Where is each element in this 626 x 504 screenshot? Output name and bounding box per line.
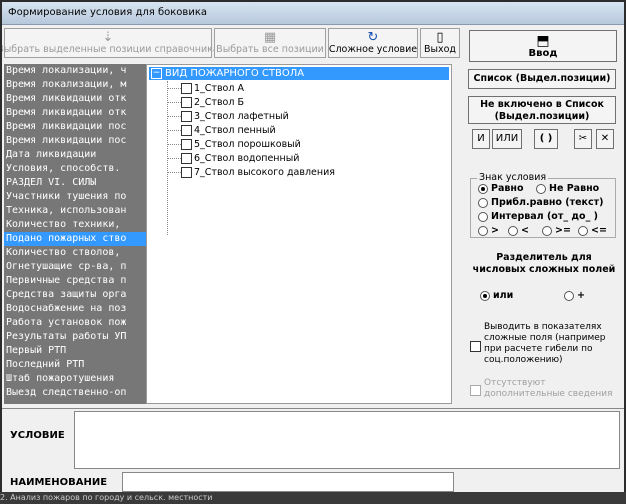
name-input[interactable] xyxy=(122,472,454,492)
field-list-item[interactable]: Время локализации, м xyxy=(4,78,146,92)
and-button[interactable]: И xyxy=(472,129,490,149)
list-button[interactable]: Список (Выдел.позиции) xyxy=(468,69,616,89)
tree-item-checkbox[interactable] xyxy=(181,153,192,164)
name-label: НАИМЕНОВАНИЕ xyxy=(10,477,108,488)
radio-greater[interactable]: > xyxy=(478,225,499,236)
output-complex-label: Выводить в показателях сложные поля (нап… xyxy=(484,322,606,365)
tree-item-label: 4_Ствол пенный xyxy=(194,125,276,136)
radio-separator-plus[interactable]: + xyxy=(564,290,585,301)
field-list-item[interactable]: Последний РТП xyxy=(4,358,146,372)
or-button[interactable]: ИЛИ xyxy=(492,129,522,149)
reference-tree[interactable]: − ВИД ПОЖАРНОГО СТВОЛА 1_Ствол А 2_Ствол … xyxy=(146,64,452,404)
field-list-item[interactable]: Огнетушащие ср-ва, п xyxy=(4,260,146,274)
field-list-item[interactable]: Первичные средства п xyxy=(4,274,146,288)
select-all-button[interactable]: ▦ Выбрать все позиции xyxy=(214,28,326,58)
field-list-item[interactable]: Условия, способств. xyxy=(4,162,146,176)
output-complex-checkbox[interactable] xyxy=(470,341,481,352)
field-list-item[interactable]: Время ликвидации отк xyxy=(4,106,146,120)
select-arrow-icon: ⇣ xyxy=(102,30,114,45)
close-icon[interactable]: ✕ xyxy=(596,129,614,149)
window-title: Формирование условия для боковика xyxy=(8,7,207,18)
condition-label: УСЛОВИЕ xyxy=(10,430,65,441)
condition-textarea[interactable] xyxy=(74,411,620,469)
field-list-item[interactable]: Техника, использован xyxy=(4,204,146,218)
field-list-item[interactable]: Выезд следственно-оп xyxy=(4,386,146,400)
field-list-item[interactable]: Средства защиты орга xyxy=(4,288,146,302)
field-list-item[interactable]: Первый РТП xyxy=(4,344,146,358)
missing-info-checkbox[interactable] xyxy=(470,385,481,396)
exit-door-icon: ▯ xyxy=(436,30,444,45)
exit-button[interactable]: ▯ Выход xyxy=(420,28,460,58)
field-list-item[interactable]: Результаты работы УП xyxy=(4,330,146,344)
tree-item-label: 6_Ствол водопенный xyxy=(194,153,300,164)
tree-item-checkbox[interactable] xyxy=(181,111,192,122)
radio-interval[interactable]: Интервал (от_ до_ ) xyxy=(478,211,598,222)
radio-equal[interactable]: Равно xyxy=(478,183,523,194)
field-list-item[interactable]: Количество техники, xyxy=(4,218,146,232)
tree-item[interactable]: 2_Ствол Б xyxy=(167,96,244,110)
not-in-list-button[interactable]: Не включено в Список (Выдел.позиции) xyxy=(468,96,616,124)
enter-icon: ⬒ xyxy=(536,32,550,49)
bottom-panel: УСЛОВИЕ НАИМЕНОВАНИЕ xyxy=(2,408,624,502)
field-list-item[interactable]: Работа установок пож xyxy=(4,316,146,330)
tree-item[interactable]: 7_Ствол высокого давления xyxy=(167,166,335,180)
radio-approx[interactable]: Прибл.равно (текст) xyxy=(478,197,603,208)
toolbar: ⇣ Выбрать выделенные позиции справочника… xyxy=(2,28,466,60)
field-list-item[interactable]: Время ликвидации пос xyxy=(4,134,146,148)
tree-item[interactable]: 5_Ствол порошковый xyxy=(167,138,301,152)
enter-button[interactable]: ⬒ Ввод xyxy=(469,30,617,62)
tree-item[interactable]: 6_Ствол водопенный xyxy=(167,152,299,166)
status-bar: 2. Анализ пожаров по городу и сельск. ме… xyxy=(0,492,626,504)
title-bar: Формирование условия для боковика xyxy=(2,2,624,25)
tree-item[interactable]: 1_Ствол А xyxy=(167,82,244,96)
collapse-icon[interactable]: − xyxy=(151,68,162,79)
field-list-item[interactable]: Штаб пожаротушения xyxy=(4,372,146,386)
field-list-item[interactable]: Участники тушения по xyxy=(4,190,146,204)
radio-separator-or[interactable]: или xyxy=(480,290,513,301)
radio-greater-equal[interactable]: >= xyxy=(542,225,571,236)
field-list-item[interactable]: Время локализации, ч xyxy=(4,64,146,78)
tree-item-checkbox[interactable] xyxy=(181,139,192,150)
tree-item-checkbox[interactable] xyxy=(181,83,192,94)
tree-item-label: 2_Ствол Б xyxy=(194,97,244,108)
radio-less[interactable]: < xyxy=(508,225,529,236)
field-list-item[interactable]: Время ликвидации отк xyxy=(4,92,146,106)
field-list-item[interactable]: Дата ликвидации xyxy=(4,148,146,162)
fields-list[interactable]: Время локализации, ч Время локализации, м… xyxy=(4,64,146,404)
tree-item-label: 3_Ствол лафетный xyxy=(194,111,289,122)
tree-item-label: 1_Ствол А xyxy=(194,83,244,94)
tree-item-checkbox[interactable] xyxy=(181,125,192,136)
select-reference-button[interactable]: ⇣ Выбрать выделенные позиции справочника xyxy=(2,28,219,58)
refresh-icon: ↻ xyxy=(367,30,379,45)
field-list-item[interactable]: Количество стволов, xyxy=(4,246,146,260)
scissors-icon[interactable]: ✂ xyxy=(574,129,592,149)
separator-label: Разделитель для числовых сложных полей xyxy=(472,252,616,275)
tree-item-label: 7_Ствол высокого давления xyxy=(194,167,335,178)
tree-item[interactable]: 3_Ствол лафетный xyxy=(167,110,289,124)
radio-less-equal[interactable]: <= xyxy=(578,225,607,236)
tree-item-label: 5_Ствол порошковый xyxy=(194,139,301,150)
field-list-item[interactable]: Подано пожарных ство xyxy=(4,232,146,246)
sign-legend: Знак условия xyxy=(477,172,549,183)
field-list-item[interactable]: РАЗДЕЛ VI. СИЛЫ xyxy=(4,176,146,190)
table-icon: ▦ xyxy=(263,30,277,45)
missing-info-label: Отсутствуют дополнительные сведения xyxy=(484,378,613,399)
tree-root[interactable]: − ВИД ПОЖАРНОГО СТВОЛА xyxy=(149,67,449,80)
condition-window: Формирование условия для боковика ⇣ Выбр… xyxy=(0,0,626,504)
parentheses-button[interactable]: ( ) xyxy=(534,129,558,149)
field-list-item[interactable]: Время ликвидации пос xyxy=(4,120,146,134)
radio-not-equal[interactable]: Не Равно xyxy=(536,183,599,194)
tree-item-checkbox[interactable] xyxy=(181,167,192,178)
complex-condition-button[interactable]: ↻ Сложное условие xyxy=(328,28,418,58)
tree-item[interactable]: 4_Ствол пенный xyxy=(167,124,276,138)
field-list-item[interactable]: Водоснабжение на поз xyxy=(4,302,146,316)
tree-item-checkbox[interactable] xyxy=(181,97,192,108)
